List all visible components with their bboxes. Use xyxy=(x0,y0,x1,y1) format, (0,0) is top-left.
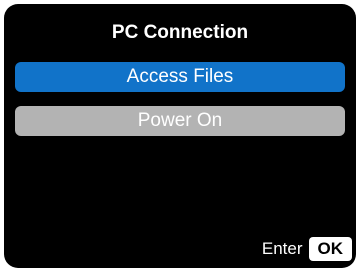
menu-item-access-files[interactable]: Access Files xyxy=(15,62,345,92)
ok-button[interactable]: OK xyxy=(308,237,352,261)
menu-item-power-on[interactable]: Power On xyxy=(15,106,345,136)
footer-hint: Enter OK xyxy=(262,236,352,262)
menu-item-label: Power On xyxy=(137,110,223,131)
enter-label: Enter xyxy=(261,239,303,258)
screen-title: PC Connection xyxy=(111,22,249,43)
pc-connection-screen: PC Connection Access Files Power On Ente… xyxy=(4,4,356,268)
menu-item-label: Access Files xyxy=(126,66,234,87)
